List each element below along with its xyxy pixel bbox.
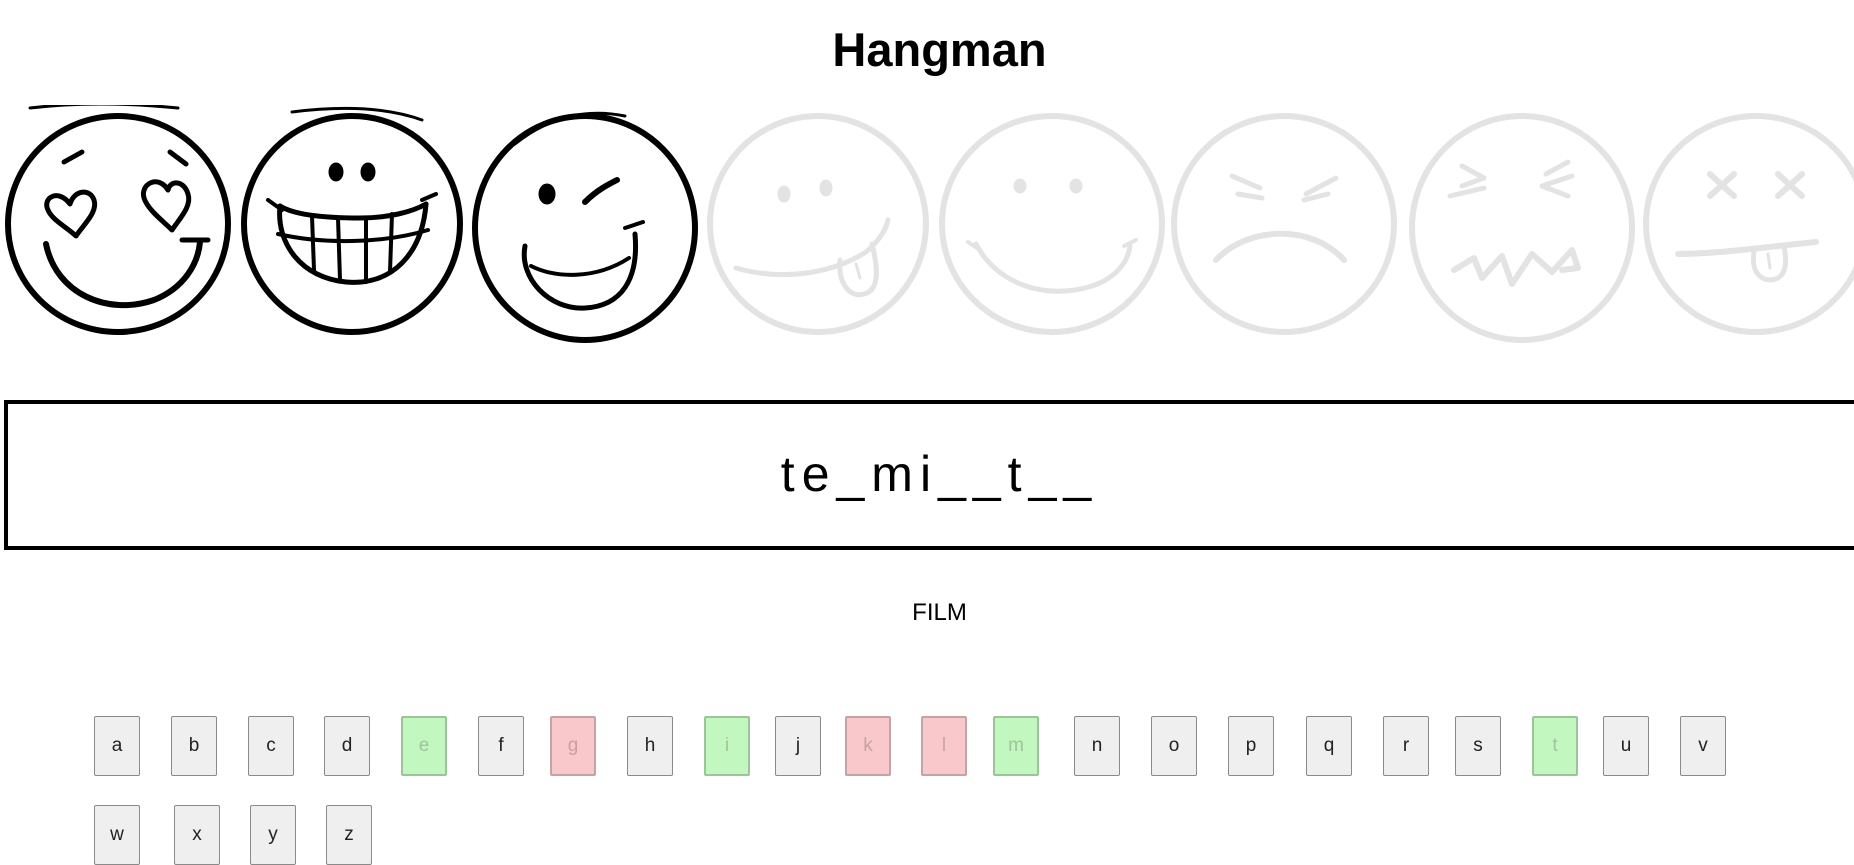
key-g[interactable]: g xyxy=(550,716,596,776)
key-h[interactable]: h xyxy=(627,716,673,776)
hangman-faces xyxy=(5,105,1854,343)
squinting-face-icon xyxy=(1409,113,1635,343)
key-z[interactable]: z xyxy=(326,805,372,865)
key-t[interactable]: t xyxy=(1532,716,1578,776)
key-a[interactable]: a xyxy=(94,716,140,776)
tongue-out-face-icon xyxy=(707,113,929,335)
key-x[interactable]: x xyxy=(174,805,220,865)
winking-face-icon xyxy=(472,111,698,343)
key-q[interactable]: q xyxy=(1306,716,1352,776)
key-f[interactable]: f xyxy=(478,716,524,776)
key-l[interactable]: l xyxy=(921,716,967,776)
key-i[interactable]: i xyxy=(704,716,750,776)
key-v[interactable]: v xyxy=(1680,716,1726,776)
key-o[interactable]: o xyxy=(1151,716,1197,776)
category-label: FILM xyxy=(912,599,967,626)
word-display: te_mi__t__ xyxy=(780,446,1099,502)
key-s[interactable]: s xyxy=(1455,716,1501,776)
heart-eyes-face-icon xyxy=(5,105,231,335)
key-e[interactable]: e xyxy=(401,716,447,776)
key-m[interactable]: m xyxy=(993,716,1039,776)
grinning-teeth-face-icon xyxy=(241,106,463,335)
key-k[interactable]: k xyxy=(845,716,891,776)
key-d[interactable]: d xyxy=(324,716,370,776)
key-n[interactable]: n xyxy=(1074,716,1120,776)
key-c[interactable]: c xyxy=(248,716,294,776)
key-u[interactable]: u xyxy=(1603,716,1649,776)
key-b[interactable]: b xyxy=(171,716,217,776)
dead-face-icon xyxy=(1643,113,1854,335)
key-p[interactable]: p xyxy=(1228,716,1274,776)
key-j[interactable]: j xyxy=(775,716,821,776)
game-title: Hangman xyxy=(832,23,1047,76)
frowning-face-icon xyxy=(1171,113,1397,335)
key-r[interactable]: r xyxy=(1383,716,1429,776)
key-w[interactable]: w xyxy=(94,805,140,865)
smiling-face-icon xyxy=(939,113,1165,335)
key-y[interactable]: y xyxy=(250,805,296,865)
